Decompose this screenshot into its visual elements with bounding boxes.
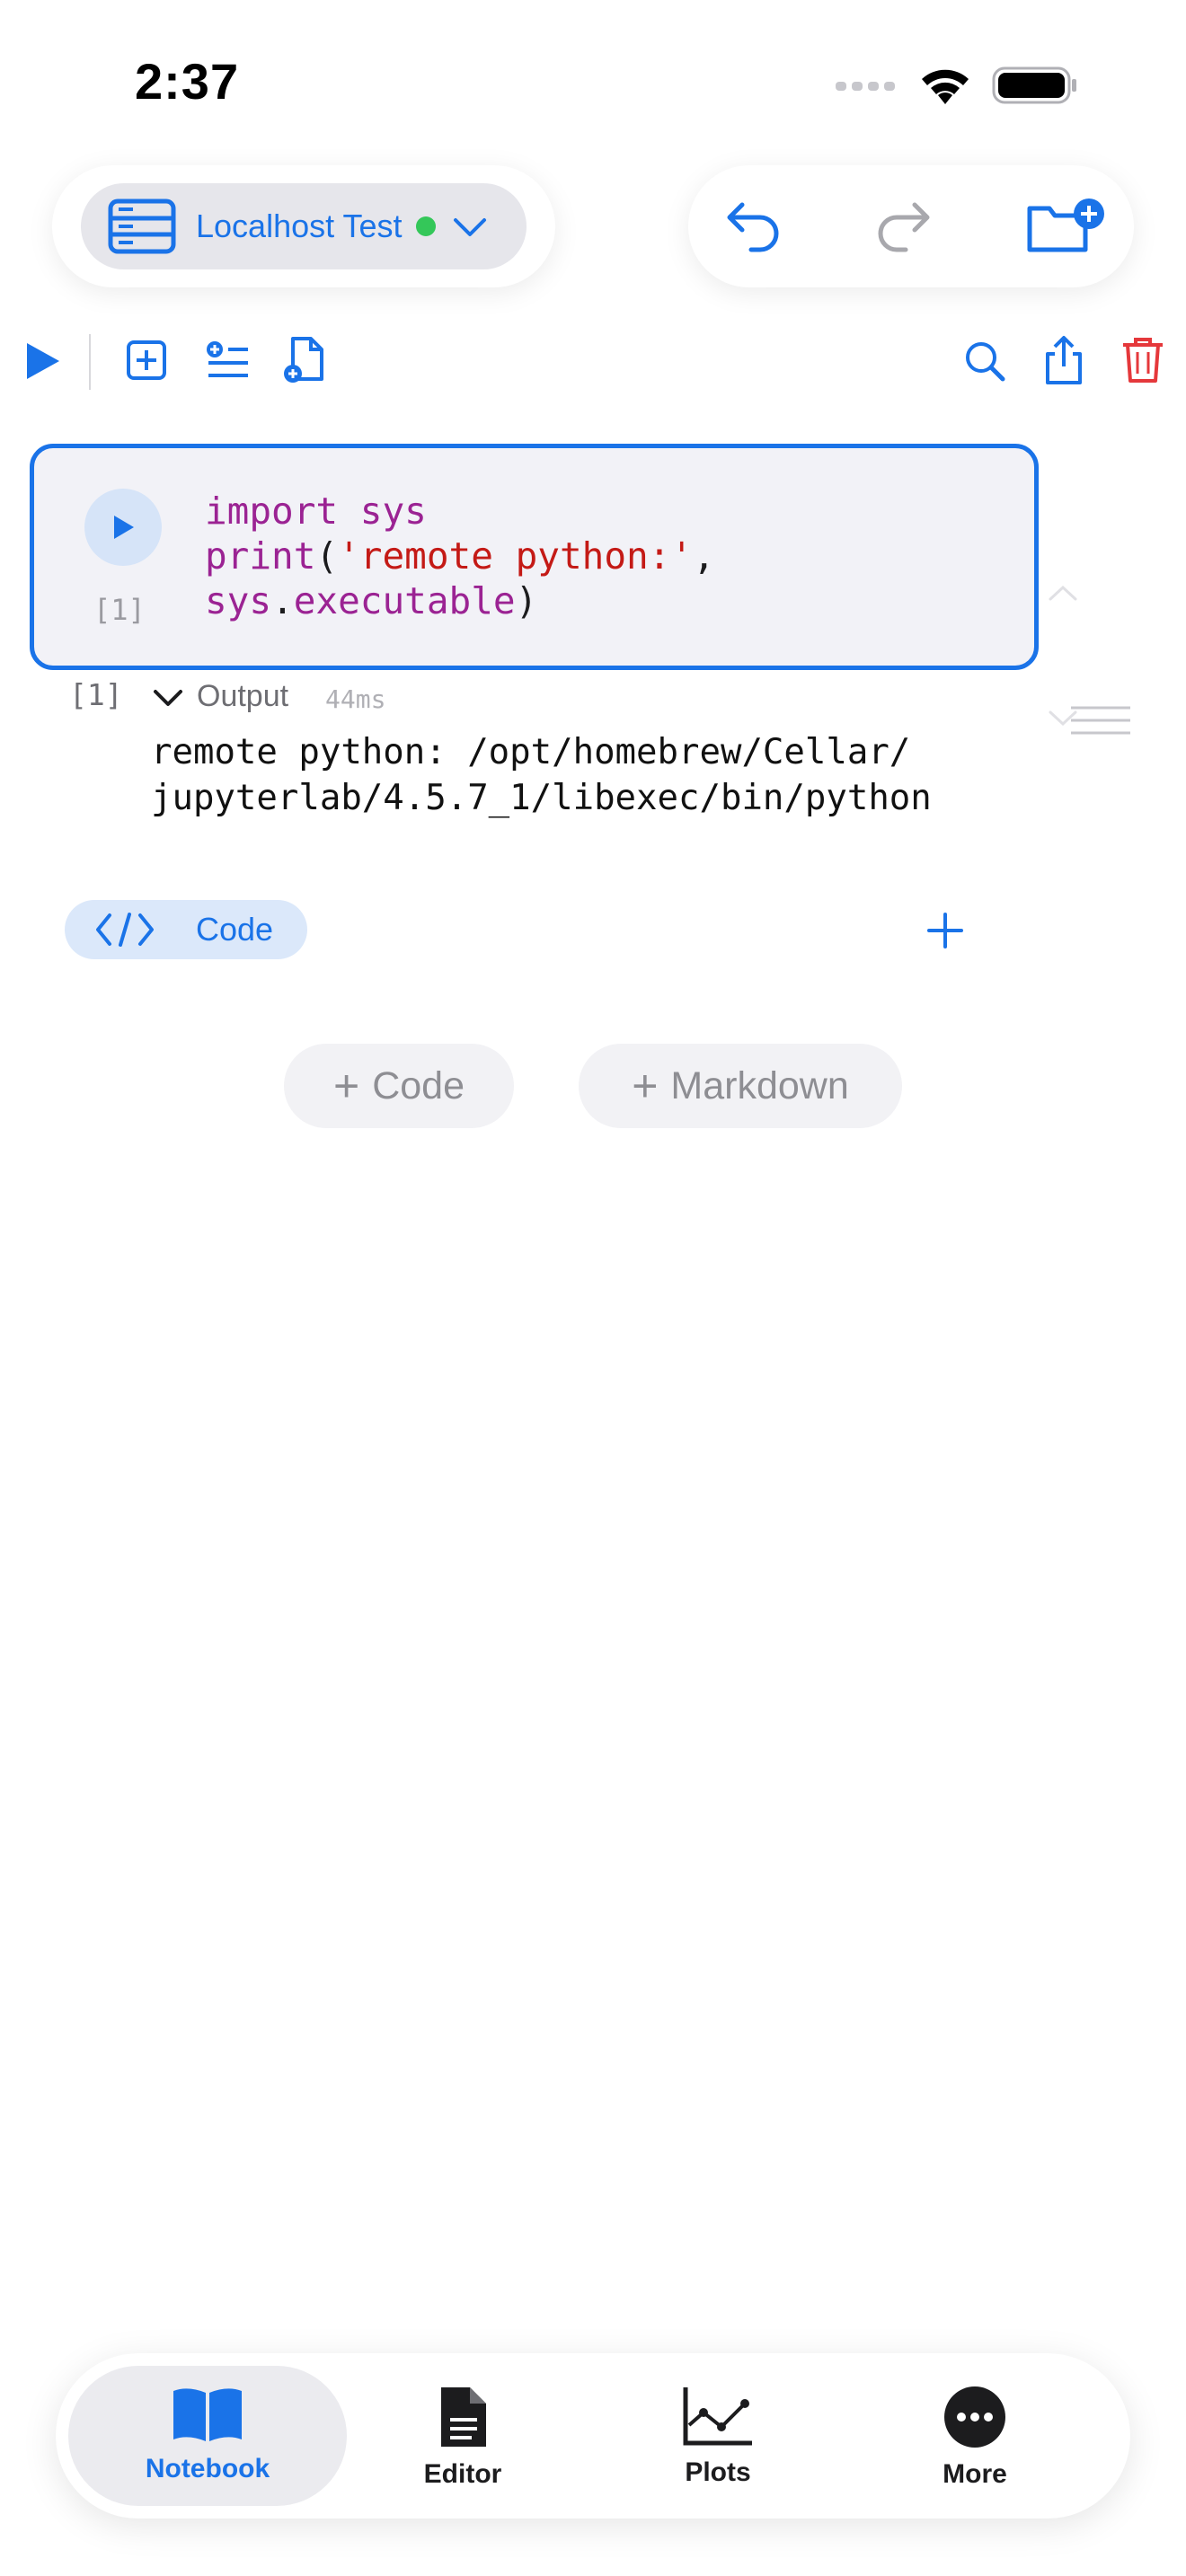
chevron-down-icon [454,218,487,236]
tab-label: Plots [685,2457,751,2487]
add-code-cell-button[interactable]: + Code [284,1044,514,1128]
server-name: Localhost Test [196,207,403,244]
code-token: print [205,534,316,578]
tab-editor[interactable]: Editor [323,2366,602,2506]
code-brackets-icon [96,913,154,947]
chart-line-icon [683,2387,752,2446]
insert-markdown-icon[interactable] [205,340,252,381]
undo-icon[interactable] [724,196,783,255]
connection-status-dot [416,216,437,236]
tab-label: Editor [423,2459,502,2489]
status-icons [836,63,1078,108]
code-token: . [271,579,294,622]
redo-icon[interactable] [873,196,933,255]
output-duration: 44ms [325,684,386,714]
chevron-down-icon[interactable] [153,688,183,710]
code-token: sys [205,579,272,622]
cell-execution-count: [1] [93,593,146,627]
code-token: ) [515,579,538,622]
tab-label: Notebook [145,2454,270,2483]
share-icon[interactable] [1044,334,1084,386]
ellipsis-circle-icon [944,2386,1005,2448]
tab-plots[interactable]: Plots [579,2366,857,2506]
code-token: sys [338,490,427,533]
server-icon [108,198,176,254]
code-token: 'remote python:' [338,534,694,578]
move-up-icon[interactable] [1048,584,1078,602]
code-editor[interactable]: import sys print('remote python:', sys.e… [205,489,715,623]
toolbar-divider [89,334,91,390]
add-cell-icon[interactable] [925,911,965,950]
book-icon [173,2388,242,2441]
plus-icon: + [333,1061,360,1111]
cellular-signal-icon [836,82,895,91]
code-token: import [205,490,339,533]
add-code-label: Code [372,1063,465,1107]
code-token: , [693,534,715,578]
server-selector[interactable]: Localhost Test [81,183,527,269]
play-icon [114,516,134,539]
plus-icon: + [632,1061,659,1111]
cell-type-label: Code [196,911,274,948]
output-toggle-label[interactable]: Output [197,679,288,714]
tab-label: More [943,2459,1007,2489]
insert-cell-icon[interactable] [126,340,167,381]
tab-more[interactable]: More [836,2366,1114,2506]
drag-handle-icon[interactable] [1069,704,1132,740]
cell-type-selector[interactable]: Code [65,900,307,959]
output-line: remote python: /opt/homebrew/Cellar/ [151,732,911,772]
code-token: executable [293,579,516,622]
new-document-icon[interactable] [282,336,327,384]
document-icon [441,2387,486,2447]
run-all-icon[interactable] [23,340,63,383]
add-markdown-label: Markdown [670,1063,849,1107]
output-execution-count: [1] [69,677,123,712]
wifi-icon [922,69,969,104]
search-icon[interactable] [963,340,1006,383]
tab-notebook[interactable]: Notebook [68,2366,347,2506]
status-time: 2:37 [135,53,240,110]
trash-icon[interactable] [1121,336,1164,384]
battery-icon [992,66,1076,104]
add-markdown-cell-button[interactable]: + Markdown [579,1044,902,1128]
run-cell-button[interactable] [84,489,162,566]
code-token: ( [315,534,339,578]
new-folder-icon[interactable] [1026,196,1107,255]
output-line: jupyterlab/4.5.7_1/libexec/bin/python [151,778,932,818]
output-text: remote python: /opt/homebrew/Cellar/ jup… [151,729,932,821]
